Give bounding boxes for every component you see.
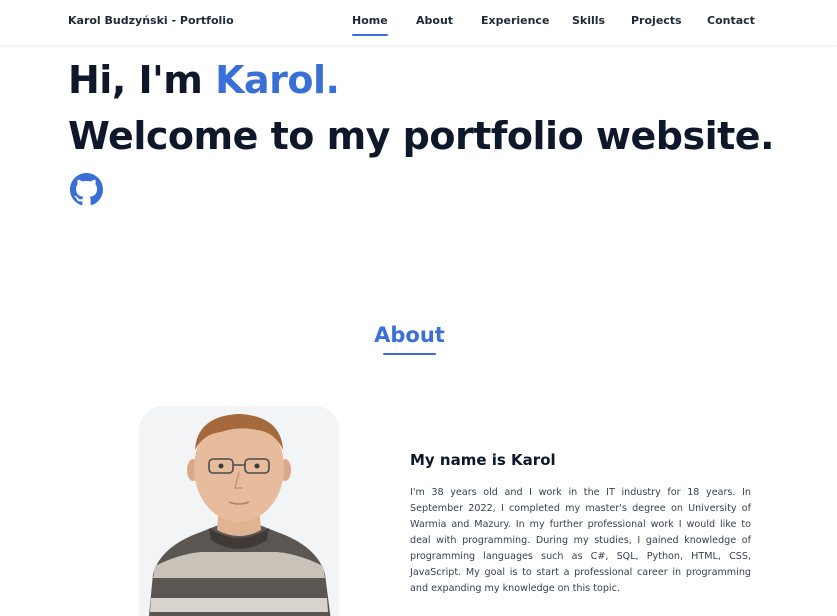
- greeting-text: Hi, I'm: [68, 58, 216, 102]
- github-link[interactable]: [70, 173, 103, 206]
- profile-photo-illustration: [148, 414, 331, 616]
- about-title: About: [374, 323, 445, 347]
- nav-home[interactable]: Home: [352, 14, 388, 36]
- nav-contact[interactable]: Contact: [707, 14, 755, 27]
- about-bio: I'm 38 years old and I work in the IT in…: [410, 487, 751, 594]
- nav-about[interactable]: About: [416, 14, 453, 27]
- portfolio-page: Karol Budzyński - Portfolio Home About E…: [0, 0, 837, 616]
- main-nav: Home About Experience Skills Projects Co…: [0, 14, 837, 44]
- about-title-underline: [383, 353, 436, 355]
- nav-experience[interactable]: Experience: [481, 14, 549, 27]
- nav-skills[interactable]: Skills: [572, 14, 605, 27]
- github-icon: [70, 173, 103, 206]
- hero-welcome: Welcome to my portfolio website.: [68, 114, 775, 158]
- hero-greeting: Hi, I'm Karol.: [68, 58, 340, 102]
- profile-photo: [139, 406, 339, 616]
- about-heading: My name is Karol: [410, 451, 556, 469]
- nav-projects[interactable]: Projects: [631, 14, 682, 27]
- top-navbar: Karol Budzyński - Portfolio Home About E…: [0, 0, 837, 46]
- hero-name: Karol.: [215, 58, 340, 102]
